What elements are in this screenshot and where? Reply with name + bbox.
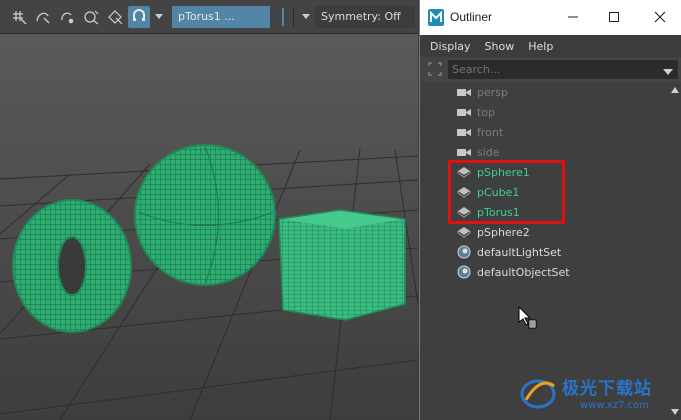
3d-scene[interactable] xyxy=(0,34,418,420)
camera-icon xyxy=(456,145,472,159)
filter-icon[interactable] xyxy=(427,61,443,80)
minimize-button[interactable] xyxy=(561,6,585,28)
watermark-url: www.xz7.com xyxy=(580,400,649,411)
selection-highlight-box xyxy=(448,160,565,224)
maya-app-icon xyxy=(428,9,444,26)
outliner-window: Outliner Display Show Help Search... per… xyxy=(419,0,681,420)
viewport-toolbar: pTorus1 ... Symmetry: Off xyxy=(0,0,418,34)
list-item[interactable]: defaultLightSet xyxy=(456,242,561,262)
menu-show[interactable]: Show xyxy=(485,40,515,53)
maya-window: pTorus1 ... Symmetry: Off Outliner Displ… xyxy=(0,0,681,420)
mouse-cursor-icon xyxy=(518,305,538,333)
item-label: defaultObjectSet xyxy=(477,265,570,279)
list-item[interactable]: front xyxy=(456,122,503,142)
close-button[interactable] xyxy=(648,6,672,28)
menu-help[interactable]: Help xyxy=(528,40,553,53)
item-label: front xyxy=(477,125,504,139)
menu-display[interactable]: Display xyxy=(430,40,471,53)
list-item[interactable]: persp xyxy=(456,82,508,102)
vertical-scrollbar[interactable] xyxy=(670,84,680,418)
item-label: pSphere2 xyxy=(477,225,530,239)
title-bar[interactable]: Outliner xyxy=(420,0,681,35)
search-bar xyxy=(420,57,681,82)
watermark-text: 极光下载站 xyxy=(562,379,652,399)
field-divider-icon xyxy=(278,6,288,28)
set-icon xyxy=(456,245,472,259)
torus-mesh[interactable] xyxy=(12,199,132,333)
magnet-snap-icon[interactable] xyxy=(128,5,150,28)
outliner-tree[interactable]: persp top front side pSphere1 pCube1 pTo… xyxy=(420,82,681,420)
camera-icon xyxy=(456,85,472,99)
symmetry-field[interactable]: Symmetry: Off xyxy=(315,5,415,28)
list-item[interactable]: pSphere2 xyxy=(456,222,530,242)
cube-mesh[interactable] xyxy=(278,209,406,321)
object-name-field[interactable]: pTorus1 ... xyxy=(172,5,270,28)
camera-icon xyxy=(456,125,472,139)
maximize-button[interactable] xyxy=(602,6,626,28)
snap-point-icon[interactable] xyxy=(56,6,78,28)
watermark-logo: 极光下载站 www.xz7.com xyxy=(518,370,678,420)
symmetry-dropdown-icon[interactable] xyxy=(299,6,313,28)
snap-grid-icon[interactable] xyxy=(8,6,30,28)
item-label: top xyxy=(477,105,496,119)
snap-view-plane-icon[interactable] xyxy=(80,6,102,28)
snap-curve-icon[interactable] xyxy=(32,6,54,28)
snap-options-dropdown-icon[interactable] xyxy=(152,6,166,28)
search-dropdown-icon[interactable] xyxy=(663,66,673,79)
menu-bar: Display Show Help xyxy=(420,35,681,57)
list-item[interactable]: defaultObjectSet xyxy=(456,262,570,282)
snap-live-icon[interactable] xyxy=(104,6,126,28)
mesh-icon xyxy=(456,225,472,239)
sphere-mesh[interactable] xyxy=(134,144,276,286)
list-item[interactable]: top xyxy=(456,102,495,122)
search-input[interactable] xyxy=(448,60,678,79)
item-label: persp xyxy=(477,85,508,99)
window-title: Outliner xyxy=(450,10,493,24)
camera-icon xyxy=(456,105,472,119)
item-label: defaultLightSet xyxy=(477,245,562,259)
viewport-panel[interactable]: pTorus1 ... Symmetry: Off xyxy=(0,0,418,420)
set-icon xyxy=(456,265,472,279)
item-label: side xyxy=(477,145,500,159)
list-item[interactable]: side xyxy=(456,142,500,162)
toolbar-separator xyxy=(293,6,294,27)
